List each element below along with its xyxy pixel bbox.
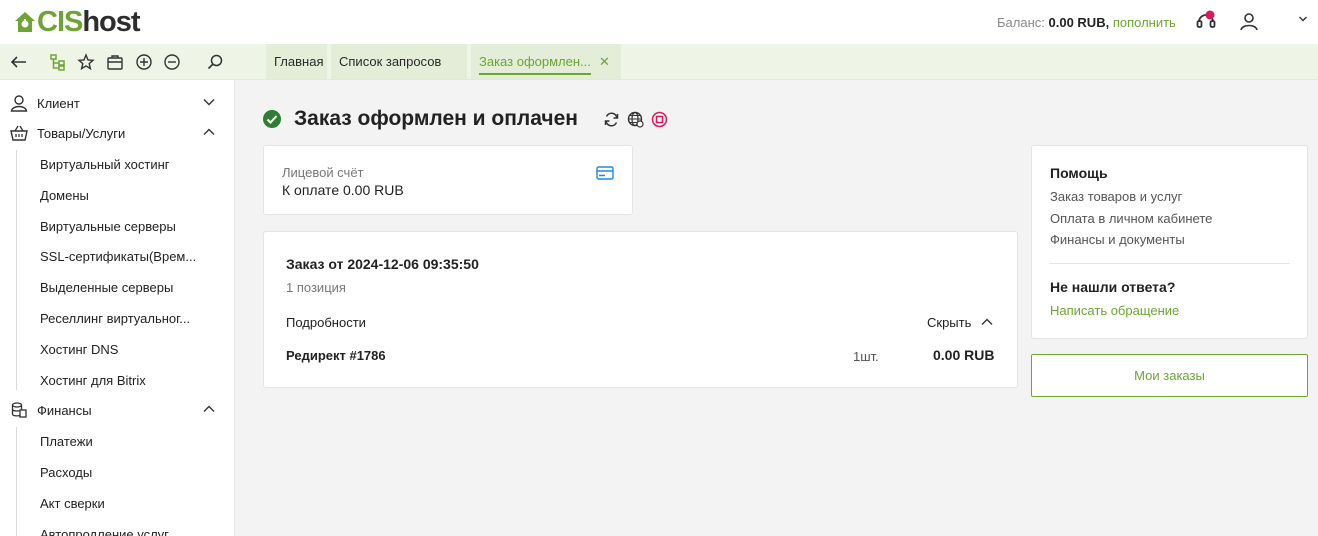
top-bar: CIShost Баланс: 0.00 RUB, пополнить	[0, 0, 1318, 44]
sidebar-tree-line	[16, 427, 17, 536]
page-title-row: Заказ оформлен и оплачен	[263, 104, 578, 134]
tab-main-label: Главная	[274, 54, 324, 69]
order-count: 1 позиция	[286, 280, 346, 295]
sidebar-section-label: Финансы	[37, 403, 92, 418]
client-icon	[10, 95, 28, 112]
sidebar-item-virtual-hosting[interactable]: Виртуальный хостинг	[40, 157, 200, 172]
help-card: Помощь Заказ товаров и услуг Оплата в ли…	[1031, 145, 1308, 339]
sidebar: Клиент Товары/Услуги Виртуальный хостинг…	[0, 80, 235, 536]
back-icon[interactable]	[10, 53, 28, 71]
sidebar-section-label: Товары/Услуги	[37, 126, 126, 141]
tab-requests[interactable]: Список запросов	[331, 44, 467, 79]
search-icon[interactable]	[206, 53, 224, 71]
sidebar-item-dns[interactable]: Хостинг DNS	[40, 342, 200, 357]
balance-value: 0.00 RUB,	[1048, 15, 1110, 30]
divider	[1050, 263, 1290, 264]
sidebar-item-domains[interactable]: Домены	[40, 188, 200, 203]
chevron-down-icon[interactable]	[1298, 14, 1308, 24]
page-title: Заказ оформлен и оплачен	[294, 107, 578, 130]
support-icon[interactable]	[1195, 10, 1217, 32]
sidebar-item-reselling[interactable]: Реселлинг виртуальног...	[40, 311, 200, 326]
basket-icon	[10, 125, 28, 141]
write-ticket-link[interactable]: Написать обращение	[1050, 303, 1179, 318]
sidebar-item-reconciliation[interactable]: Акт сверки	[40, 496, 200, 511]
stop-icon[interactable]	[651, 111, 668, 128]
help-question: Не нашли ответа?	[1050, 279, 1176, 295]
zoom-in-icon[interactable]	[135, 53, 153, 71]
close-tab-icon[interactable]: ✕	[599, 55, 610, 68]
card-icon[interactable]	[596, 166, 614, 180]
globe-icon[interactable]	[627, 111, 644, 128]
account-value: К оплате 0.00 RUB	[282, 182, 404, 198]
help-link-finance[interactable]: Финансы и документы	[1050, 232, 1185, 247]
zoom-out-icon[interactable]	[163, 53, 181, 71]
sidebar-item-payments[interactable]: Платежи	[40, 434, 200, 449]
my-orders-button[interactable]: Мои заказы	[1031, 354, 1308, 397]
order-title: Заказ от 2024-12-06 09:35:50	[286, 256, 479, 272]
sidebar-section-client[interactable]: Клиент	[0, 88, 234, 118]
help-link-order[interactable]: Заказ товаров и услуг	[1050, 189, 1182, 204]
toolbar: Главная Список запросов Заказ оформлен..…	[0, 44, 1318, 80]
help-link-payment[interactable]: Оплата в личном кабинете	[1050, 211, 1212, 226]
help-title: Помощь	[1050, 165, 1108, 181]
house-logo-icon	[15, 12, 35, 32]
sidebar-section-goods[interactable]: Товары/Услуги	[0, 118, 234, 148]
balance-label: Баланс:	[997, 15, 1045, 30]
logo-host-text: host	[82, 6, 140, 38]
tab-main[interactable]: Главная	[266, 44, 327, 79]
user-icon[interactable]	[1239, 11, 1259, 31]
account-label: Лицевой счёт	[282, 165, 364, 180]
sidebar-item-autorenew[interactable]: Автопродление услуг	[40, 527, 200, 536]
sidebar-tree-line	[16, 150, 17, 390]
briefcase-icon[interactable]	[106, 53, 124, 71]
finance-icon	[11, 402, 27, 418]
sidebar-item-ssl[interactable]: SSL-сертификаты(Врем...	[40, 249, 200, 264]
hide-details-toggle[interactable]: Скрыть	[927, 315, 971, 330]
star-icon[interactable]	[77, 53, 95, 71]
chevron-up-icon[interactable]	[981, 318, 993, 326]
sidebar-item-expenses[interactable]: Расходы	[40, 465, 200, 480]
chevron-down-icon	[203, 99, 215, 106]
check-circle-icon	[263, 110, 281, 128]
sidebar-section-label: Клиент	[37, 96, 80, 111]
tab-order-label: Заказ оформлен...	[479, 53, 591, 75]
balance: Баланс: 0.00 RUB, пополнить	[997, 15, 1176, 30]
logo-cis-text: CIS	[37, 6, 83, 38]
sidebar-item-dedicated[interactable]: Выделенные серверы	[40, 280, 200, 295]
refresh-icon[interactable]	[603, 111, 620, 128]
sidebar-item-bitrix[interactable]: Хостинг для Bitrix	[40, 373, 200, 388]
order-item-price: 0.00 RUB	[933, 347, 995, 363]
tab-requests-label: Список запросов	[339, 54, 442, 69]
chevron-up-icon	[203, 405, 215, 412]
order-card: Заказ от 2024-12-06 09:35:50 1 позиция П…	[263, 231, 1018, 388]
account-card: Лицевой счёт К оплате 0.00 RUB	[263, 145, 633, 215]
details-label: Подробности	[286, 315, 366, 330]
order-item-name: Редирект #1786	[286, 348, 386, 363]
sidebar-section-finance[interactable]: Финансы	[0, 395, 234, 425]
logo[interactable]: CIShost	[13, 6, 141, 38]
order-item-qty: 1шт.	[853, 349, 879, 364]
chevron-up-icon	[203, 128, 215, 135]
sidebar-item-virtual-servers[interactable]: Виртуальные серверы	[40, 219, 200, 234]
tree-icon[interactable]	[49, 53, 67, 71]
topup-link[interactable]: пополнить	[1113, 15, 1176, 30]
